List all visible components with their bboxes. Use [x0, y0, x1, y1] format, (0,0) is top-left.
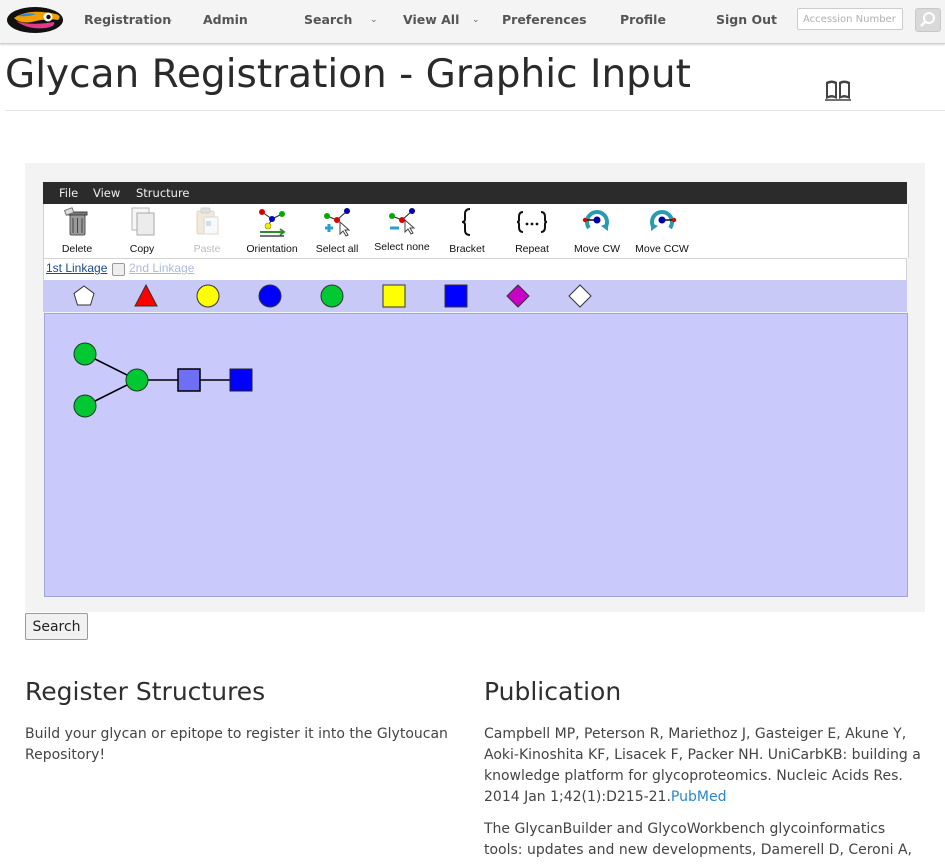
editor-toolbar: Delete Copy Paste Orientation Select all… — [43, 204, 909, 258]
select-all-button[interactable]: Select all — [307, 204, 367, 258]
green-circle-residue[interactable] — [73, 394, 97, 418]
pentagon-residue-icon[interactable] — [72, 284, 96, 308]
bracket-button[interactable]: Bracket — [437, 204, 497, 258]
accession-number-input[interactable] — [797, 8, 903, 30]
yellow-square-residue-icon[interactable] — [382, 284, 406, 308]
paste-button[interactable]: Paste — [177, 204, 237, 258]
orientation-icon — [259, 209, 286, 237]
orientation-button[interactable]: Orientation — [242, 204, 302, 258]
first-linkage-link[interactable]: 1st Linkage — [46, 261, 107, 275]
red-triangle-residue-icon[interactable] — [134, 284, 158, 308]
white-diamond-residue-icon[interactable] — [568, 284, 592, 308]
chevron-down-icon: ⌄ — [370, 15, 378, 25]
tool-label: Move CCW — [635, 243, 689, 255]
rotate-ccw-icon — [650, 210, 677, 231]
second-linkage-checkbox[interactable] — [112, 263, 125, 276]
toucan-logo-icon[interactable] — [6, 6, 64, 34]
glycan-canvas[interactable] — [44, 313, 908, 597]
magenta-diamond-residue-icon[interactable] — [506, 284, 530, 308]
delete-button[interactable]: Delete — [47, 204, 107, 258]
green-circle-residue-icon[interactable] — [320, 284, 344, 308]
chevron-down-icon: ⌄ — [166, 15, 174, 25]
second-linkage-link[interactable]: 2nd Linkage — [129, 261, 194, 275]
page-title: Glycan Registration - Graphic Input — [5, 52, 691, 97]
nav-view-all[interactable]: View All — [403, 0, 459, 40]
menu-file[interactable]: File — [59, 182, 78, 204]
residue-palette — [43, 280, 907, 312]
select-none-icon — [389, 208, 416, 235]
publication-citation-2: The GlycanBuilder and GlycoWorkbench gly… — [484, 821, 912, 858]
nav-preferences[interactable]: Preferences — [502, 0, 587, 40]
nav-admin[interactable]: Admin — [203, 0, 248, 40]
copy-button[interactable]: Copy — [112, 204, 172, 258]
select-all-icon — [324, 208, 351, 237]
menu-view[interactable]: View — [93, 182, 120, 204]
search-icon — [920, 12, 935, 27]
book-icon[interactable] — [824, 78, 852, 102]
copy-icon — [131, 207, 155, 236]
nav-sign-out[interactable]: Sign Out — [716, 0, 777, 40]
blue-square-residue-icon[interactable] — [444, 284, 468, 308]
register-heading: Register Structures — [25, 677, 266, 706]
register-description: Build your glycan or epitope to register… — [25, 726, 448, 763]
nav-registration[interactable]: Registration — [84, 0, 171, 40]
move-ccw-button[interactable]: Move CCW — [632, 204, 692, 258]
rotate-cw-icon — [582, 210, 609, 231]
trash-icon — [63, 207, 88, 236]
nav-profile[interactable]: Profile — [620, 0, 666, 40]
green-circle-residue[interactable] — [125, 368, 149, 392]
bracket-icon — [461, 208, 471, 236]
publication-citation: Campbell MP, Peterson R, Mariethoz J, Ga… — [484, 724, 924, 808]
blue-square-residue[interactable] — [229, 368, 253, 392]
linkage-bar: 1st Linkage 2nd Linkage — [43, 258, 907, 281]
chevron-down-icon: ⌄ — [472, 15, 480, 25]
menu-structure[interactable]: Structure — [136, 182, 190, 204]
nav-search[interactable]: Search — [304, 0, 352, 40]
title-divider — [5, 110, 945, 111]
glycan-structure — [73, 342, 253, 418]
paste-icon — [196, 207, 219, 235]
editor-menubar: File View Structure — [43, 182, 907, 204]
green-circle-residue[interactable] — [73, 342, 97, 366]
publication-heading: Publication — [484, 677, 622, 706]
top-navbar: Registration ⌄ Admin Search ⌄ View All ⌄… — [0, 0, 945, 44]
selected-blue-square-residue[interactable] — [177, 368, 201, 392]
yellow-circle-residue-icon[interactable] — [196, 284, 220, 308]
search-button[interactable]: Search — [25, 613, 88, 640]
pubmed-link[interactable]: PubMed — [671, 789, 727, 805]
select-none-button[interactable]: Select none — [372, 204, 432, 258]
move-cw-button[interactable]: Move CW — [567, 204, 627, 258]
accession-search-button[interactable] — [915, 8, 941, 32]
repeat-button[interactable]: Repeat — [502, 204, 562, 258]
repeat-icon — [516, 211, 548, 233]
blue-circle-residue-icon[interactable] — [258, 284, 282, 308]
